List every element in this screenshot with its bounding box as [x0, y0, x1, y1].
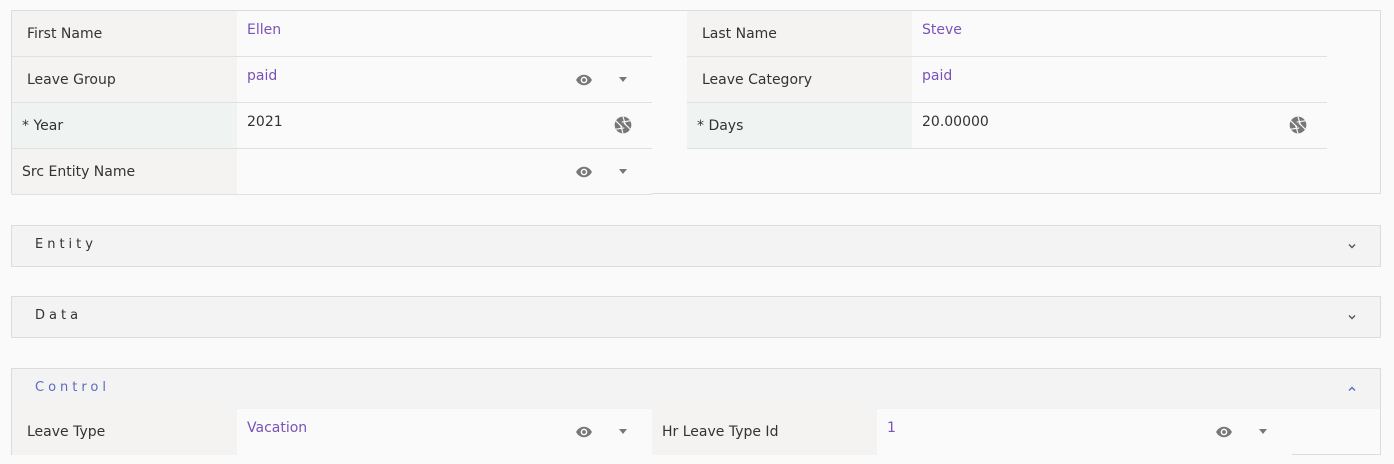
- eye-icon[interactable]: [575, 423, 593, 441]
- leave-category-row: Leave Category paid: [687, 57, 1327, 103]
- leave-type-field[interactable]: Vacation: [237, 409, 652, 455]
- section-data-title[interactable]: Data: [35, 308, 82, 323]
- eye-icon[interactable]: [575, 163, 593, 181]
- last-name-row: Last Name Steve: [687, 11, 1327, 57]
- chevron-down-icon[interactable]: [1346, 240, 1358, 252]
- aperture-icon[interactable]: [1288, 115, 1308, 135]
- src-entity-name-row: Src Entity Name: [12, 149, 652, 195]
- leave-category-label: Leave Category: [687, 57, 912, 102]
- days-row: * Days 20.00000: [687, 103, 1327, 149]
- eye-icon[interactable]: [575, 71, 593, 89]
- section-data[interactable]: Data: [11, 296, 1381, 338]
- chevron-down-icon[interactable]: [619, 429, 627, 434]
- hr-leave-type-id-value[interactable]: 1: [887, 420, 896, 436]
- leave-type-value[interactable]: Vacation: [247, 420, 307, 436]
- section-control-header[interactable]: Control: [12, 369, 1380, 409]
- chevron-down-icon[interactable]: [1346, 311, 1358, 323]
- year-value[interactable]: 2021: [247, 114, 283, 130]
- leave-category-value[interactable]: paid: [922, 68, 952, 84]
- last-name-field[interactable]: Steve: [912, 11, 1327, 56]
- first-name-label: First Name: [12, 11, 237, 56]
- year-label: * Year: [12, 103, 237, 148]
- chevron-up-icon[interactable]: [1346, 383, 1358, 395]
- last-name-value[interactable]: Steve: [922, 22, 962, 38]
- days-value[interactable]: 20.00000: [922, 114, 989, 130]
- last-name-label: Last Name: [687, 11, 912, 56]
- section-entity-title[interactable]: Entity: [35, 237, 97, 252]
- hr-leave-type-id-label: Hr Leave Type Id: [652, 409, 877, 455]
- leave-type-label: Leave Type: [12, 409, 237, 455]
- days-field[interactable]: 20.00000: [912, 103, 1327, 148]
- section-control-title[interactable]: Control: [35, 380, 110, 395]
- first-name-field[interactable]: Ellen: [237, 11, 652, 56]
- year-row: * Year 2021: [12, 103, 652, 149]
- first-name-value[interactable]: Ellen: [247, 22, 281, 38]
- leave-group-value[interactable]: paid: [247, 68, 277, 84]
- leave-form-panel: First Name Ellen Last Name Steve Leave G…: [11, 10, 1381, 195]
- chevron-down-icon[interactable]: [1259, 429, 1267, 434]
- src-entity-name-label: Src Entity Name: [12, 149, 237, 194]
- days-label: * Days: [687, 103, 912, 148]
- leave-category-field[interactable]: paid: [912, 57, 1327, 102]
- first-name-row: First Name Ellen: [12, 11, 652, 57]
- hr-leave-type-id-field[interactable]: 1: [877, 409, 1292, 455]
- aperture-icon[interactable]: [613, 115, 633, 135]
- chevron-down-icon[interactable]: [619, 77, 627, 82]
- hr-leave-type-id-row: Hr Leave Type Id 1: [652, 409, 1292, 455]
- src-entity-name-field[interactable]: [237, 149, 652, 194]
- section-control: Control Leave Type Vacation Hr Leave Typ…: [11, 368, 1381, 455]
- year-field[interactable]: 2021: [237, 103, 652, 148]
- leave-group-field[interactable]: paid: [237, 57, 652, 102]
- eye-icon[interactable]: [1215, 423, 1233, 441]
- chevron-down-icon[interactable]: [619, 169, 627, 174]
- section-entity[interactable]: Entity: [11, 225, 1381, 267]
- leave-group-row: Leave Group paid: [12, 57, 652, 103]
- leave-type-row: Leave Type Vacation: [12, 409, 652, 455]
- leave-group-label: Leave Group: [12, 57, 237, 102]
